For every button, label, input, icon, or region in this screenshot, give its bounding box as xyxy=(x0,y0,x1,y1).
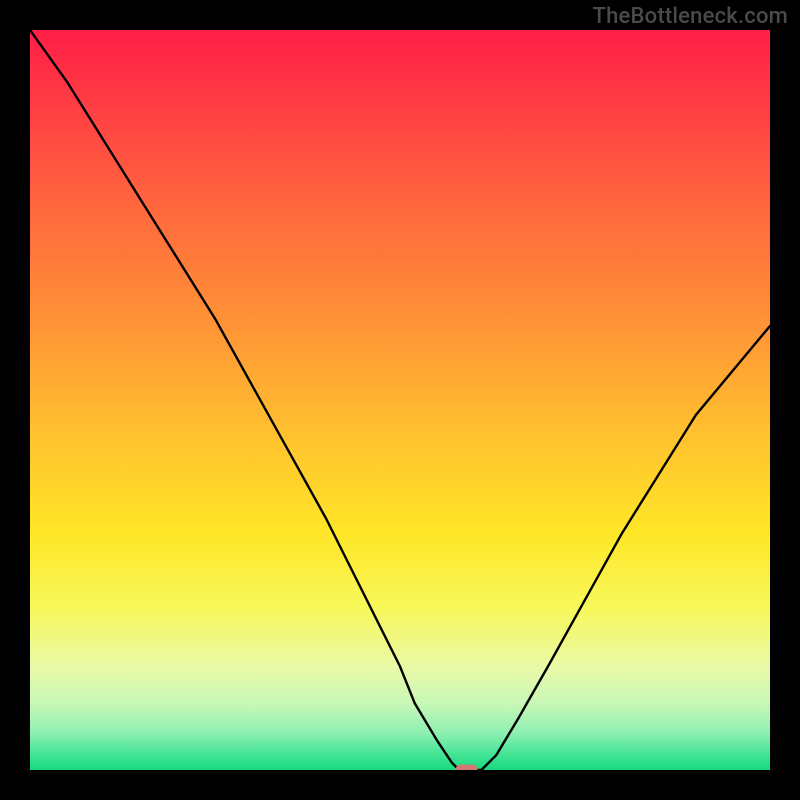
watermark-text: TheBottleneck.com xyxy=(593,4,788,29)
bottleneck-chart xyxy=(30,30,770,770)
optimal-point-marker xyxy=(456,765,478,771)
chart-background-gradient xyxy=(30,30,770,770)
chart-frame: TheBottleneck.com xyxy=(0,0,800,800)
